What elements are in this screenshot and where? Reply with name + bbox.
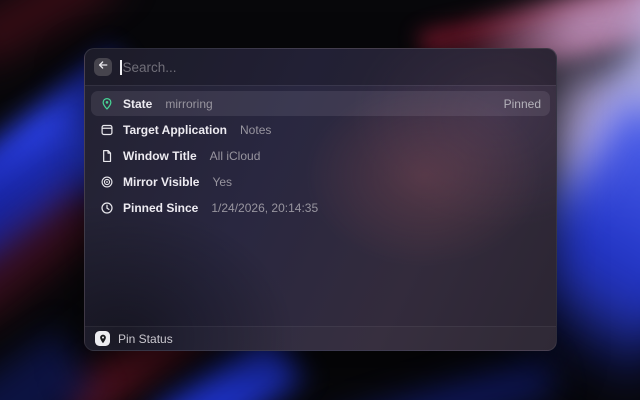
- arrow-left-icon: [97, 58, 109, 76]
- footer-bar: Pin Status: [85, 327, 556, 350]
- list-item-target-application[interactable]: Target Application Notes: [91, 117, 550, 142]
- item-title: Target Application: [123, 123, 227, 137]
- search-header: [85, 49, 556, 85]
- text-caret: [120, 60, 122, 75]
- launcher-window: State mirroring Pinned Target Applicatio…: [84, 48, 557, 351]
- extension-name: Pin Status: [118, 332, 173, 346]
- list-item-state[interactable]: State mirroring Pinned: [91, 91, 550, 116]
- pin-app-icon: [95, 331, 110, 346]
- item-value: Yes: [212, 175, 232, 189]
- item-value: All iCloud: [210, 149, 261, 163]
- list-item-mirror-visible[interactable]: Mirror Visible Yes: [91, 169, 550, 194]
- item-title: Mirror Visible: [123, 175, 199, 189]
- location-pin-icon: [100, 97, 114, 111]
- list-item-pinned-since[interactable]: Pinned Since 1/24/2026, 20:14:35: [91, 195, 550, 220]
- item-title: Pinned Since: [123, 201, 198, 215]
- clock-icon: [100, 201, 114, 215]
- item-title: Window Title: [123, 149, 197, 163]
- screen: State mirroring Pinned Target Applicatio…: [0, 0, 640, 400]
- item-title: State: [123, 97, 152, 111]
- document-icon: [100, 149, 114, 163]
- app-window-icon: [100, 123, 114, 137]
- detail-list: State mirroring Pinned Target Applicatio…: [85, 86, 556, 326]
- search-field-wrap: [120, 49, 547, 85]
- list-item-window-title[interactable]: Window Title All iCloud: [91, 143, 550, 168]
- item-value: mirroring: [165, 97, 212, 111]
- back-button[interactable]: [94, 58, 112, 76]
- pinned-badge: Pinned: [504, 97, 541, 111]
- eye-icon: [100, 175, 114, 189]
- item-value: Notes: [240, 123, 271, 137]
- item-value: 1/24/2026, 20:14:35: [211, 201, 318, 215]
- search-input[interactable]: [123, 60, 548, 75]
- wallpaper-streak: [329, 352, 556, 400]
